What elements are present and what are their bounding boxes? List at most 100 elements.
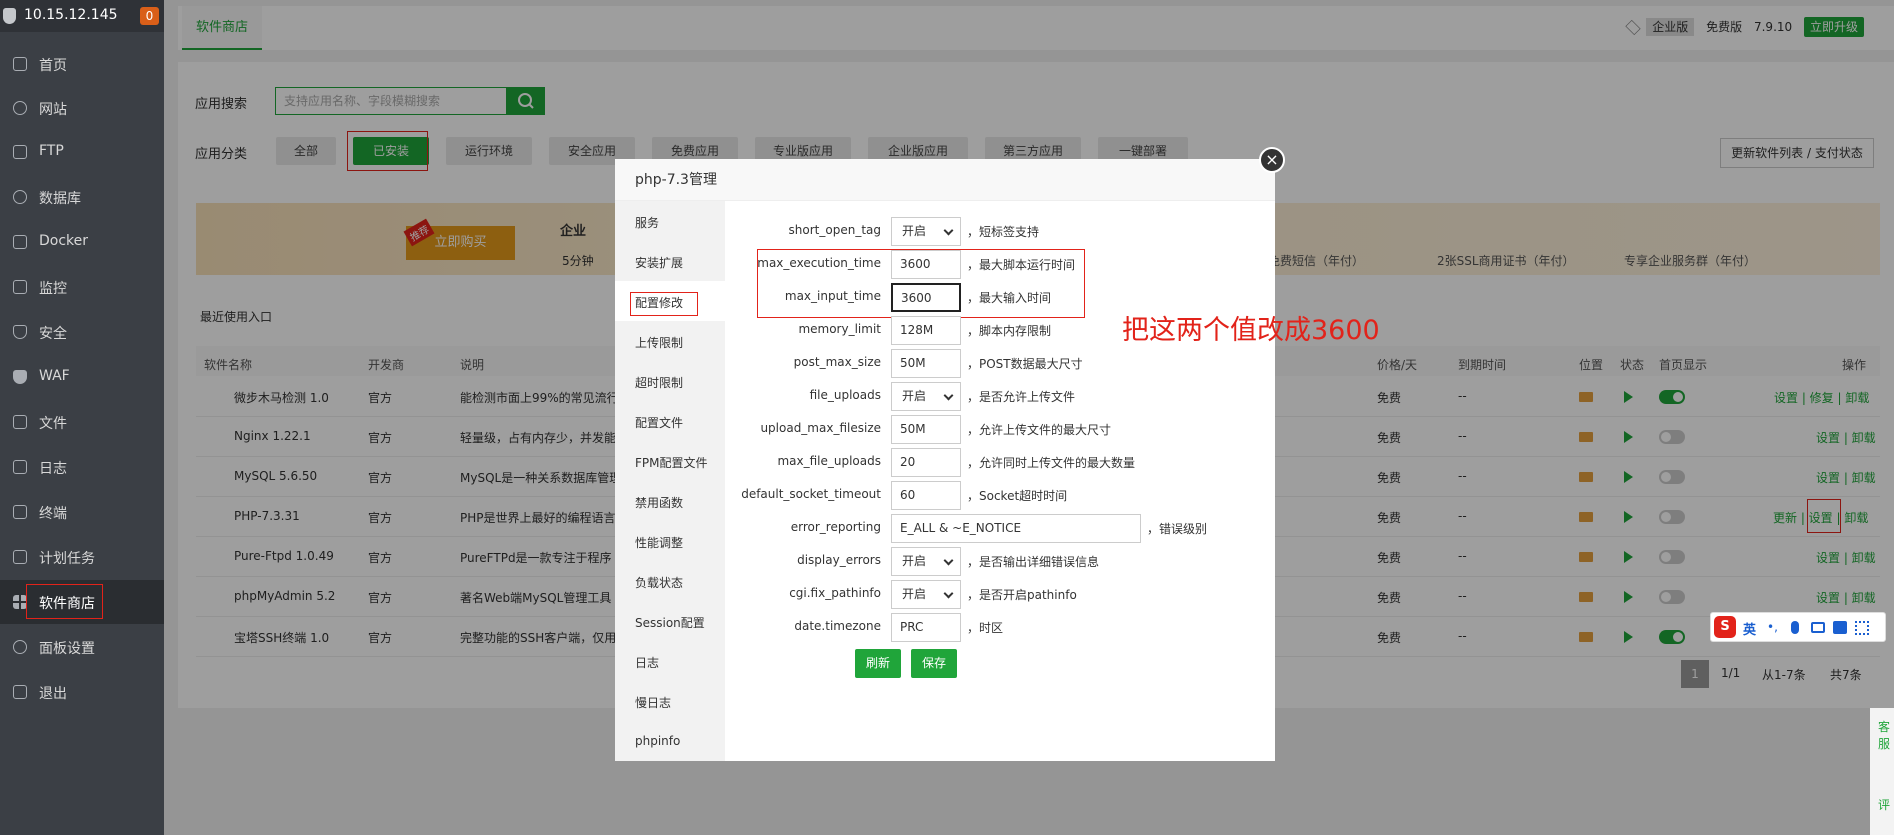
side-item-fpm-config[interactable]: FPM配置文件 bbox=[635, 454, 708, 471]
sidebar: 10.15.12.145 0 首页 网站 FTP 数据库 Docker 监控 安… bbox=[0, 0, 164, 835]
support-float-text: 服 bbox=[1878, 737, 1891, 751]
server-ip: 10.15.12.145 bbox=[24, 7, 118, 23]
globe-icon bbox=[13, 101, 27, 115]
side-item-log[interactable]: 日志 bbox=[635, 654, 659, 671]
sidebar-item-settings[interactable]: 面板设置 bbox=[0, 625, 164, 669]
microphone-icon[interactable] bbox=[1791, 621, 1799, 634]
sidebar-item-waf[interactable]: WAF bbox=[0, 355, 164, 399]
field-label: post_max_size bbox=[793, 355, 881, 369]
error-reporting-input[interactable]: E_ALL & ~E_NOTICE bbox=[891, 514, 1141, 543]
side-item-disabled-functions[interactable]: 禁用函数 bbox=[635, 494, 683, 511]
field-desc: ，Socket超时时间 bbox=[967, 489, 1068, 503]
side-item-phpinfo[interactable]: phpinfo bbox=[635, 734, 680, 748]
side-item-slow-log[interactable]: 慢日志 bbox=[635, 694, 671, 711]
side-item-session[interactable]: Session配置 bbox=[635, 614, 705, 631]
field-desc: ，POST数据最大尺寸 bbox=[967, 357, 1083, 371]
sidebar-item-ftp[interactable]: FTP bbox=[0, 130, 164, 174]
field-label: default_socket_timeout bbox=[741, 487, 881, 501]
ime-lang[interactable]: 英 bbox=[1743, 619, 1756, 638]
highlight-box bbox=[757, 249, 1085, 318]
field-desc: ，错误级别 bbox=[1147, 522, 1208, 536]
side-item-performance[interactable]: 性能调整 bbox=[635, 534, 683, 551]
monitor-icon bbox=[13, 280, 27, 294]
sidebar-item-website[interactable]: 网站 bbox=[0, 86, 164, 130]
sidebar-item-terminal[interactable]: 终端 bbox=[0, 490, 164, 534]
dialog-side-menu: 服务 安装扩展 配置修改 上传限制 超时限制 配置文件 FPM配置文件 禁用函数… bbox=[615, 201, 725, 761]
field-desc: ，是否开启pathinfo bbox=[967, 588, 1077, 602]
field-error-reporting: error_reporting E_ALL & ~E_NOTICE ，错误级别 bbox=[725, 511, 1275, 544]
close-icon[interactable]: × bbox=[1259, 147, 1285, 173]
short-open-tag-select[interactable]: 开启 bbox=[891, 217, 961, 246]
cgi-fix-pathinfo-select[interactable]: 开启 bbox=[891, 580, 961, 609]
waf-icon bbox=[13, 370, 27, 384]
sidebar-item-cron[interactable]: 计划任务 bbox=[0, 535, 164, 579]
shield-icon bbox=[13, 325, 27, 339]
file-uploads-select[interactable]: 开启 bbox=[891, 382, 961, 411]
sidebar-item-label: 数据库 bbox=[39, 191, 81, 207]
side-item-upload-limit[interactable]: 上传限制 bbox=[635, 334, 683, 351]
side-item-service[interactable]: 服务 bbox=[635, 214, 659, 231]
default-socket-timeout-input[interactable]: 60 bbox=[891, 481, 961, 510]
sidebar-item-label: 计划任务 bbox=[39, 551, 95, 567]
home-icon bbox=[13, 57, 27, 71]
field-upload-max-filesize: upload_max_filesize 50M ，允许上传文件的最大尺寸 bbox=[725, 412, 1275, 445]
side-item-extensions[interactable]: 安装扩展 bbox=[635, 254, 683, 271]
display-errors-select[interactable]: 开启 bbox=[891, 547, 961, 576]
field-desc: ，是否输出详细错误信息 bbox=[967, 555, 1100, 569]
save-button[interactable]: 保存 bbox=[911, 649, 957, 678]
field-file-uploads: file_uploads 开启 ，是否允许上传文件 bbox=[725, 379, 1275, 412]
upload-max-filesize-input[interactable]: 50M bbox=[891, 415, 961, 444]
notification-badge[interactable]: 0 bbox=[140, 7, 159, 25]
sidebar-item-label: 安全 bbox=[39, 326, 67, 342]
field-short-open-tag: short_open_tag 开启 ，短标签支持 bbox=[725, 214, 1275, 247]
field-label: display_errors bbox=[797, 553, 881, 567]
field-label: cgi.fix_pathinfo bbox=[789, 586, 881, 600]
php-manage-dialog: php-7.3管理 服务 安装扩展 配置修改 上传限制 超时限制 配置文件 FP… bbox=[615, 159, 1275, 761]
sidebar-item-files[interactable]: 文件 bbox=[0, 400, 164, 444]
calendar-icon bbox=[13, 550, 27, 564]
field-label: max_file_uploads bbox=[777, 454, 881, 468]
support-float[interactable]: 客 服 评 bbox=[1870, 708, 1894, 835]
field-post-max-size: post_max_size 50M ，POST数据最大尺寸 bbox=[725, 346, 1275, 379]
post-max-size-input[interactable]: 50M bbox=[891, 349, 961, 378]
sidebar-item-database[interactable]: 数据库 bbox=[0, 175, 164, 219]
sidebar-item-logout[interactable]: 退出 bbox=[0, 670, 164, 714]
memory-limit-input[interactable]: 128M bbox=[891, 316, 961, 345]
sidebar-item-label: 文件 bbox=[39, 416, 67, 432]
sidebar-item-label: 首页 bbox=[39, 58, 67, 74]
ime-toolbar[interactable]: S 英 •, bbox=[1710, 612, 1886, 642]
sidebar-item-docker[interactable]: Docker bbox=[0, 220, 164, 264]
log-icon bbox=[13, 460, 27, 474]
store-icon bbox=[13, 595, 27, 609]
side-item-timeout-limit[interactable]: 超时限制 bbox=[635, 374, 683, 391]
sidebar-item-monitor[interactable]: 监控 bbox=[0, 265, 164, 309]
field-label: file_uploads bbox=[809, 388, 881, 402]
sidebar-item-label: 终端 bbox=[39, 506, 67, 522]
sidebar-item-logs[interactable]: 日志 bbox=[0, 445, 164, 489]
folder-icon bbox=[13, 415, 27, 429]
refresh-button[interactable]: 刷新 bbox=[855, 649, 901, 678]
ftp-icon bbox=[13, 145, 27, 159]
docker-icon bbox=[13, 235, 27, 249]
gear-icon bbox=[13, 640, 27, 654]
field-label: date.timezone bbox=[794, 619, 881, 633]
field-label: memory_limit bbox=[798, 322, 881, 336]
max-file-uploads-input[interactable]: 20 bbox=[891, 448, 961, 477]
field-desc: ，允许上传文件的最大尺寸 bbox=[967, 423, 1112, 437]
ime-punct-icon[interactable]: •, bbox=[1767, 620, 1778, 634]
logout-icon bbox=[13, 685, 27, 699]
keyboard-icon[interactable] bbox=[1811, 622, 1825, 633]
grid-icon[interactable] bbox=[1855, 621, 1869, 635]
sidebar-item-home[interactable]: 首页 bbox=[0, 42, 164, 86]
sidebar-item-label: 监控 bbox=[39, 281, 67, 297]
sidebar-item-security[interactable]: 安全 bbox=[0, 310, 164, 354]
side-item-config-file[interactable]: 配置文件 bbox=[635, 414, 683, 431]
field-label: upload_max_filesize bbox=[760, 421, 881, 435]
shield-logo-icon bbox=[3, 8, 16, 24]
side-item-load-status[interactable]: 负载状态 bbox=[635, 574, 683, 591]
support-float-text: 评 bbox=[1878, 798, 1891, 812]
date-timezone-input[interactable]: PRC bbox=[891, 613, 961, 642]
skin-icon[interactable] bbox=[1833, 621, 1847, 634]
sidebar-item-label: 网站 bbox=[39, 102, 67, 118]
sidebar-item-label: 面板设置 bbox=[39, 641, 95, 657]
